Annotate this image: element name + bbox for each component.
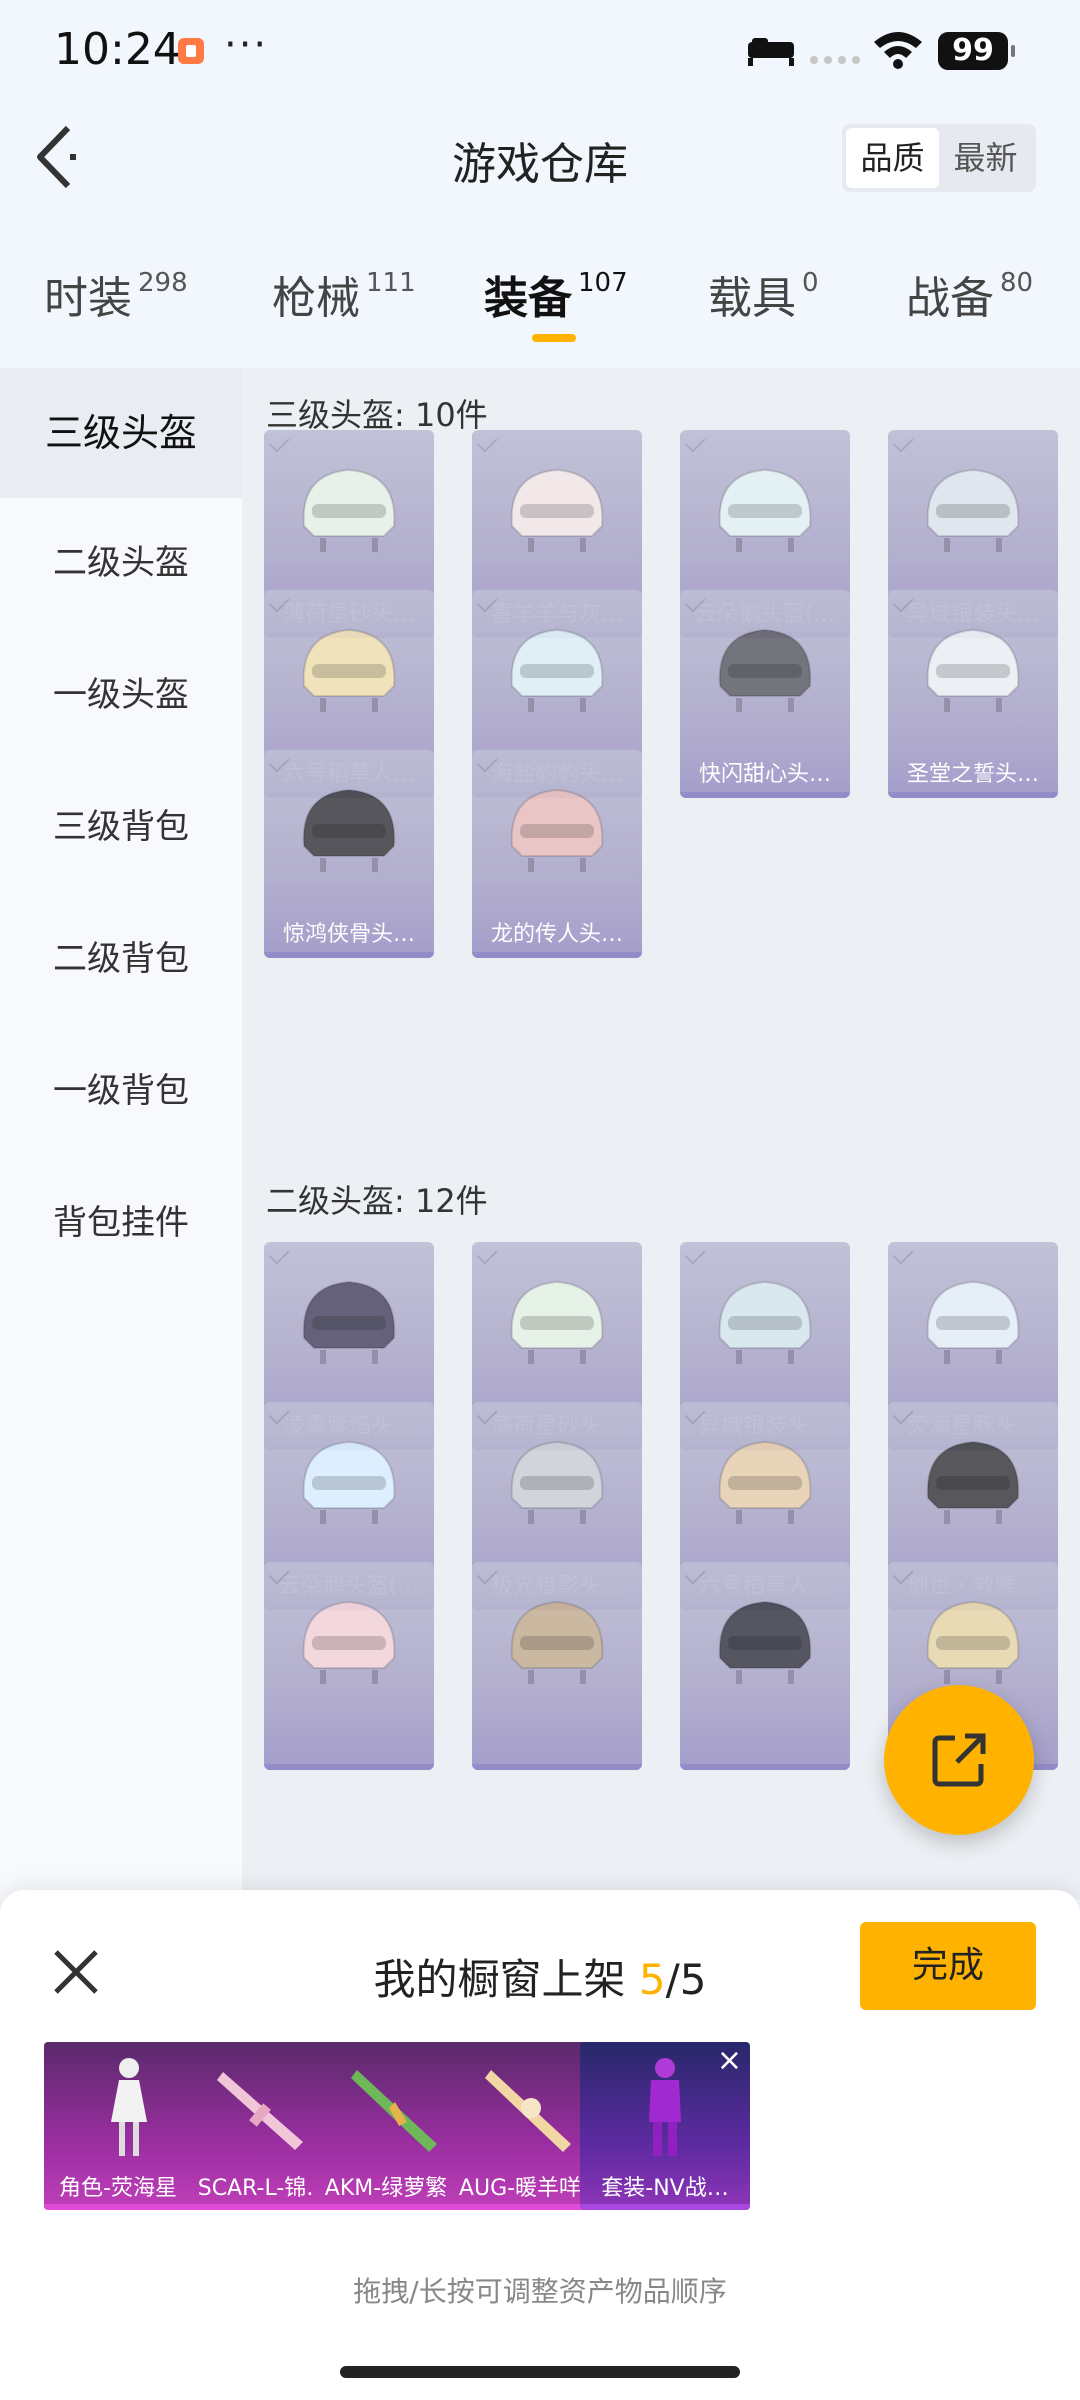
check-icon	[892, 431, 914, 453]
status-bar: 10:24 ··· 99	[0, 0, 1080, 100]
check-icon	[476, 751, 498, 773]
done-button[interactable]: 完成	[860, 1922, 1036, 2010]
helmet-icon	[510, 468, 604, 552]
sidebar-item-backpack-charm[interactable]: 背包挂件	[0, 1158, 242, 1288]
share-icon	[932, 1733, 986, 1787]
helmet-icon	[302, 1600, 396, 1684]
check-icon	[476, 1563, 498, 1585]
wifi-icon	[874, 32, 922, 69]
check-icon	[476, 1243, 498, 1265]
tab-equipment[interactable]: 装备 107	[484, 262, 628, 326]
helmet-icon	[302, 788, 396, 872]
helmet-icon	[510, 1600, 604, 1684]
rifle-icon	[217, 2072, 303, 2150]
check-icon	[684, 431, 706, 453]
app-notification-icon	[178, 38, 204, 64]
rifle-icon	[351, 2070, 437, 2152]
sidebar-item-level2-helmet[interactable]: 二级头盔	[0, 498, 242, 628]
sleep-mode-icon	[748, 38, 794, 66]
helmet-icon	[926, 468, 1020, 552]
showcase-list: × 角色-荧海星豚 × SCAR-L-锦… × AKM-绿萝繁花 × AUG-暖…	[44, 2042, 1044, 2210]
check-icon	[684, 1243, 706, 1265]
status-time: 10:24	[54, 24, 181, 75]
sort-quality-option[interactable]: 品质	[846, 128, 939, 188]
item-grid: 三级头盔: 10件 二级头盔: 12件 薄荷星砂头…喜羊羊与灰…云朵鹅头盔(…异…	[242, 368, 1080, 1900]
check-icon	[684, 1563, 706, 1585]
helmet-icon	[718, 1600, 812, 1684]
more-notifications-icon: ···	[224, 22, 269, 68]
tab-vehicles[interactable]: 载具 0	[708, 262, 819, 326]
check-icon	[268, 751, 290, 773]
helmet-icon	[926, 1600, 1020, 1684]
helmet-icon	[718, 1440, 812, 1524]
tab-guns[interactable]: 枪械 111	[272, 262, 416, 326]
check-icon	[476, 431, 498, 453]
check-icon	[476, 1403, 498, 1425]
helmet-icon	[302, 628, 396, 712]
showcase-item[interactable]: × 套装-NV战…	[580, 2042, 750, 2210]
check-icon	[892, 591, 914, 613]
tab-supplies[interactable]: 战备 80	[906, 262, 1033, 326]
sidebar-item-level1-helmet[interactable]: 一级头盔	[0, 630, 242, 760]
showcase-sheet: 我的橱窗上架 5/5 完成 × 角色-荧海星豚 × SCAR-L-锦… × AK…	[0, 1890, 1080, 2400]
check-icon	[684, 1403, 706, 1425]
character-figure-icon	[111, 2058, 147, 2156]
check-icon	[268, 591, 290, 613]
helmet-icon	[718, 1280, 812, 1364]
helmet-icon	[718, 468, 812, 552]
helmet-icon	[926, 628, 1020, 712]
tab-fashion[interactable]: 时装 298	[44, 262, 188, 326]
helmet-icon	[926, 1440, 1020, 1524]
share-button[interactable]	[884, 1685, 1034, 1835]
helmet-icon	[302, 1280, 396, 1364]
sort-latest-option[interactable]: 最新	[939, 128, 1032, 188]
helmet-icon	[926, 1280, 1020, 1364]
signal-icon	[810, 56, 860, 64]
check-icon	[268, 1243, 290, 1265]
check-icon	[268, 1563, 290, 1585]
outfit-figure-icon	[649, 2058, 681, 2156]
sidebar-item-level1-backpack[interactable]: 一级背包	[0, 1026, 242, 1156]
check-icon	[268, 1403, 290, 1425]
helmet-icon	[302, 1440, 396, 1524]
item-card[interactable]	[264, 1562, 434, 1770]
item-card[interactable]: 惊鸿侠骨头…	[264, 750, 434, 958]
rifle-icon	[485, 2070, 571, 2152]
category-tabs: 时装 298 枪械 111 装备 107 载具 0 战备 80	[0, 262, 1080, 342]
battery-indicator: 99	[938, 32, 1015, 70]
helmet-icon	[510, 628, 604, 712]
item-card[interactable]: 龙的传人头…	[472, 750, 642, 958]
check-icon	[476, 591, 498, 613]
active-tab-indicator	[532, 334, 576, 342]
sidebar-item-level3-helmet[interactable]: 三级头盔	[0, 368, 242, 498]
helmet-icon	[302, 468, 396, 552]
helmet-icon	[718, 628, 812, 712]
sidebar-item-level3-backpack[interactable]: 三级背包	[0, 762, 242, 892]
reorder-hint: 拖拽/长按可调整资产物品顺序	[353, 2275, 727, 2308]
check-icon	[892, 1243, 914, 1265]
remove-icon[interactable]: ×	[717, 2046, 742, 2076]
check-icon	[268, 431, 290, 453]
item-card[interactable]: 圣堂之誓头…	[888, 590, 1058, 798]
sidebar: 三级头盔 二级头盔 一级头盔 三级背包 二级背包 一级背包 背包挂件	[0, 368, 242, 1900]
item-card[interactable]: 快闪甜心头…	[680, 590, 850, 798]
item-card[interactable]	[680, 1562, 850, 1770]
check-icon	[892, 1403, 914, 1425]
section-title-level2-helmet: 二级头盔: 12件	[266, 1182, 488, 1220]
helmet-icon	[510, 788, 604, 872]
check-icon	[892, 1563, 914, 1585]
sidebar-item-level2-backpack[interactable]: 二级背包	[0, 894, 242, 1024]
helmet-icon	[510, 1440, 604, 1524]
sort-toggle: 品质 最新	[842, 124, 1036, 192]
helmet-icon	[510, 1280, 604, 1364]
home-indicator	[340, 2366, 740, 2378]
item-card[interactable]	[472, 1562, 642, 1770]
showcase-count: 5	[638, 1955, 666, 2004]
check-icon	[684, 591, 706, 613]
